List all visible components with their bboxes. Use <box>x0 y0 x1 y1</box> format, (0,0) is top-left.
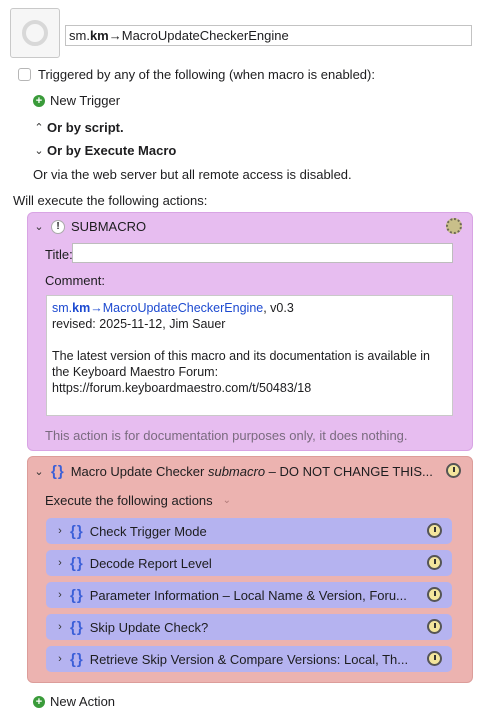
chevron-right-icon[interactable]: › <box>54 589 66 601</box>
group-brace-icon: {} <box>70 618 84 636</box>
clock-gear-icon[interactable] <box>427 651 442 666</box>
web-server-note: Or via the web server but all remote acc… <box>33 167 352 182</box>
title-label: Title: <box>45 247 73 262</box>
group-brace-icon: {} <box>70 586 84 604</box>
chevron-right-icon[interactable]: › <box>54 653 66 665</box>
action-label: Parameter Information – Local Name & Ver… <box>89 587 407 603</box>
or-by-script-label: Or by script. <box>47 120 124 135</box>
comment-textarea[interactable]: sm.km→MacroUpdateCheckerEngine, v0.3 rev… <box>46 295 453 416</box>
comment-link-rest[interactable]: →MacroUpdateCheckerEngine <box>90 301 263 315</box>
triggered-label: Triggered by any of the following (when … <box>38 67 375 82</box>
new-trigger-button[interactable]: + New Trigger <box>33 93 120 108</box>
actions-header: Will execute the following actions: <box>13 193 208 208</box>
new-action-button[interactable]: + New Action <box>33 694 115 709</box>
chevron-right-icon[interactable]: › <box>54 621 66 633</box>
plus-circle-icon: + <box>33 695 45 708</box>
macro-name-rest: →MacroUpdateCheckerEngine <box>108 28 289 43</box>
comment-url: https://forum.keyboardmaestro.com/t/5048… <box>52 381 312 395</box>
macro-icon-well[interactable] <box>10 8 60 58</box>
gear-icon[interactable] <box>446 218 462 234</box>
chevron-right-icon[interactable]: › <box>54 525 66 537</box>
chevron-down-icon[interactable]: ⌄ <box>33 465 45 478</box>
action-row[interactable]: › {} Decode Report Level <box>46 550 452 576</box>
chevron-down-icon[interactable]: ⌄ <box>223 495 231 506</box>
comment-body: The latest version of this macro and its… <box>52 349 430 379</box>
title-input[interactable] <box>72 243 453 263</box>
action-row[interactable]: › {} Retrieve Skip Version & Compare Ver… <box>46 646 452 672</box>
triggered-checkbox[interactable] <box>18 68 31 81</box>
action-label: Check Trigger Mode <box>89 523 207 539</box>
macro-placeholder-icon <box>22 20 48 46</box>
group-brace-icon: {} <box>70 522 84 540</box>
clock-gear-icon[interactable] <box>427 555 442 570</box>
group-title-italic: submacro <box>207 464 266 479</box>
action-label: Decode Report Level <box>89 555 212 571</box>
submacro-header: ⌄ ! SUBMACRO <box>33 219 146 234</box>
action-row[interactable]: › {} Parameter Information – Local Name … <box>46 582 452 608</box>
group-title-main: Macro Update Checker <box>70 464 208 479</box>
macro-name-prefix: sm. <box>69 28 90 43</box>
exclamation-icon: ! <box>51 219 65 234</box>
action-label: Retrieve Skip Version & Compare Versions… <box>89 651 409 667</box>
action-row[interactable]: › {} Skip Update Check? <box>46 614 452 640</box>
group-header: ⌄ {} Macro Update Checker submacro – DO … <box>33 463 433 480</box>
group-title-rest: – DO NOT CHANGE THIS... <box>265 464 433 479</box>
submacro-title: SUBMACRO <box>71 219 147 234</box>
comment-revised: revised: 2025-11-12, Jim Sauer <box>52 317 226 331</box>
clock-gear-icon[interactable] <box>446 463 461 478</box>
new-action-label: New Action <box>50 694 116 709</box>
chevron-updown-icon: ⌃ <box>34 122 44 134</box>
triggered-row: Triggered by any of the following (when … <box>18 67 375 82</box>
macro-name-bold: km <box>89 28 109 43</box>
new-trigger-label: New Trigger <box>50 93 121 108</box>
chevron-down-icon[interactable]: ⌄ <box>33 220 45 233</box>
group-brace-icon: {} <box>51 463 65 480</box>
clock-gear-icon[interactable] <box>427 523 442 538</box>
submacro-note: This action is for documentation purpose… <box>45 428 408 443</box>
comment-link-bold[interactable]: km <box>72 301 90 315</box>
or-by-execute-row[interactable]: ⌄ Or by Execute Macro <box>33 143 176 158</box>
comment-link-prefix[interactable]: sm. <box>52 301 72 315</box>
or-by-execute-label: Or by Execute Macro <box>47 143 177 158</box>
comment-label: Comment: <box>45 273 105 288</box>
clock-gear-icon[interactable] <box>427 587 442 602</box>
group-brace-icon: {} <box>70 650 84 668</box>
chevron-down-icon: ⌄ <box>34 145 44 157</box>
group-brace-icon: {} <box>70 554 84 572</box>
action-label: Skip Update Check? <box>89 619 209 635</box>
comment-version: , v0.3 <box>263 301 294 315</box>
plus-circle-icon: + <box>33 94 45 107</box>
execute-label: Execute the following actions <box>45 493 213 508</box>
or-by-script-row[interactable]: ⌃ Or by script. <box>33 120 124 135</box>
execute-label-row: Execute the following actions ⌄ <box>45 493 231 508</box>
chevron-right-icon[interactable]: › <box>54 557 66 569</box>
clock-gear-icon[interactable] <box>427 619 442 634</box>
action-row[interactable]: › {} Check Trigger Mode <box>46 518 452 544</box>
macro-name-field[interactable]: sm.km→MacroUpdateCheckerEngine <box>65 25 472 46</box>
